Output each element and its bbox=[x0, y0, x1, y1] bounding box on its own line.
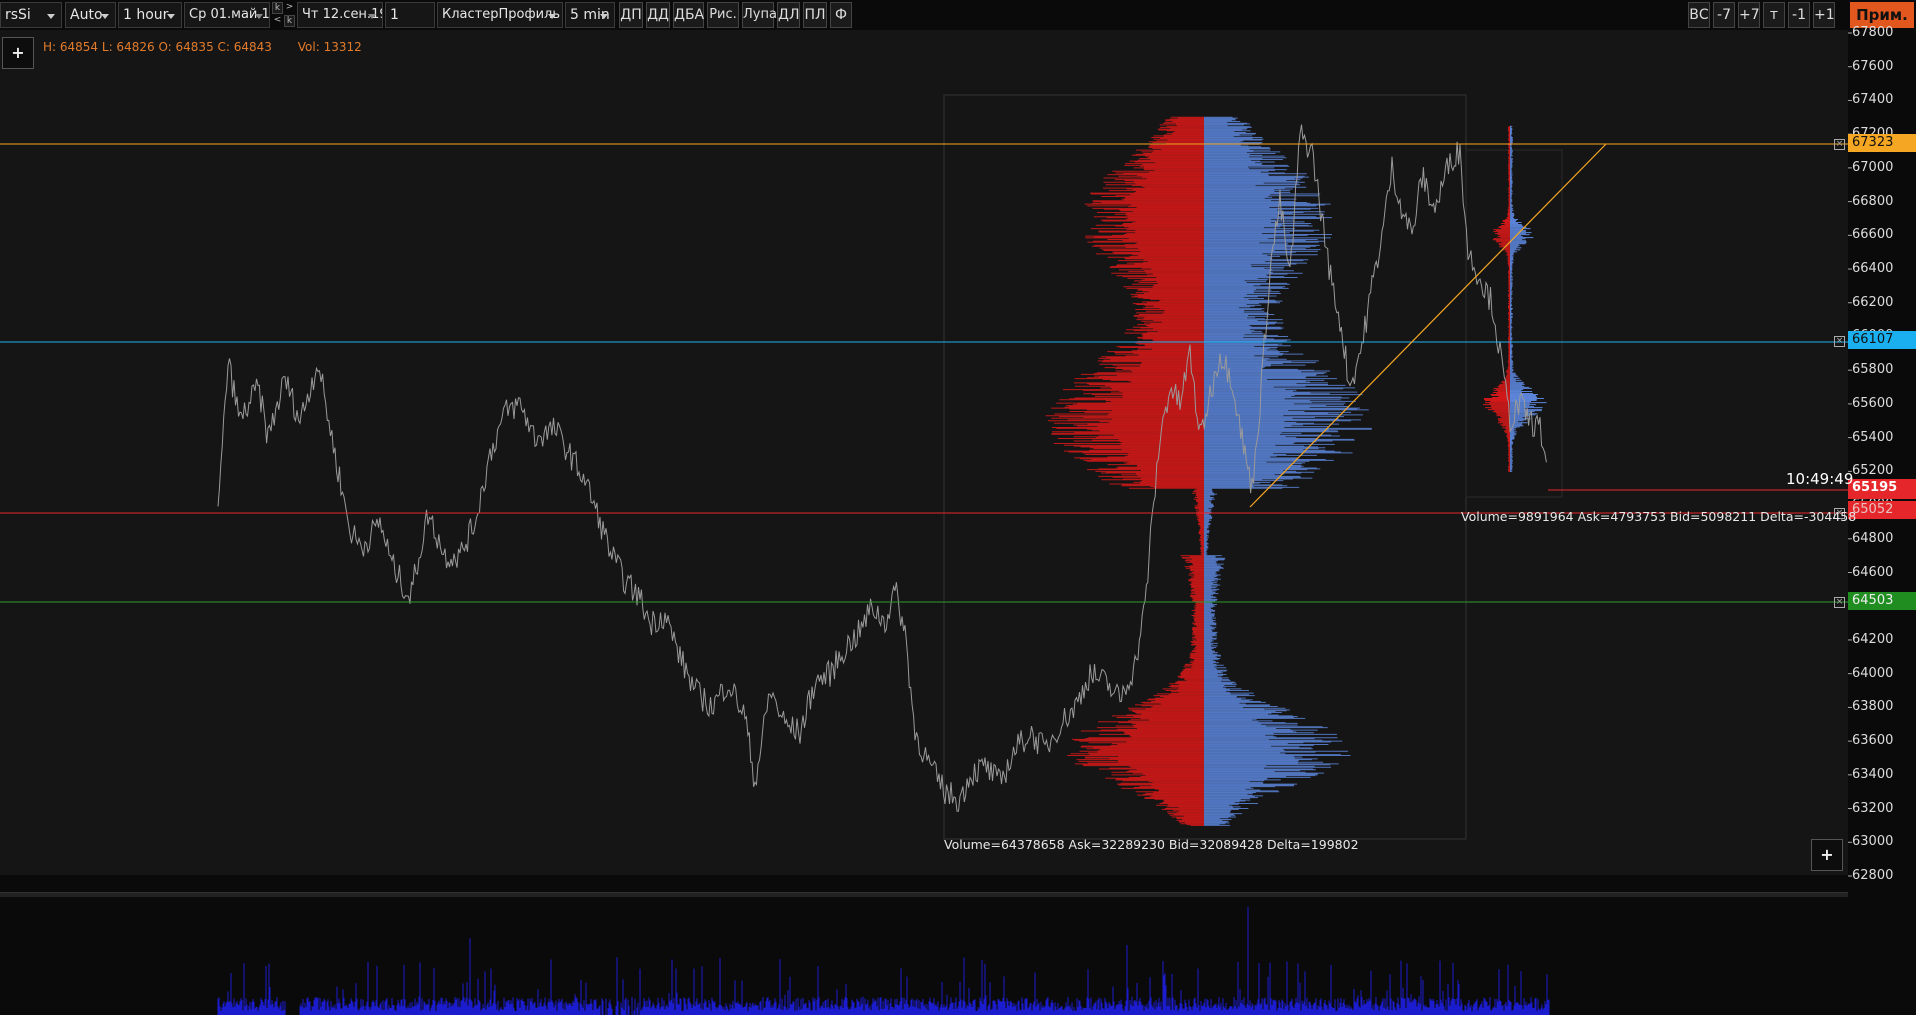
nav-up-arrow-icon[interactable]: > bbox=[284, 2, 295, 14]
level-tag-orange[interactable]: 67323 bbox=[1848, 134, 1916, 152]
dba-button[interactable]: ДБА bbox=[673, 2, 704, 28]
template-select[interactable]: КластерПрофиль bbox=[437, 2, 563, 28]
y-tick: 64000 bbox=[1852, 665, 1894, 681]
y-tick: 65800 bbox=[1852, 362, 1894, 378]
trend-line bbox=[1249, 143, 1607, 508]
minus7-button[interactable]: -7 bbox=[1713, 2, 1735, 28]
ohlc-high: H: 64854 bbox=[43, 40, 99, 54]
y-tick: 64200 bbox=[1852, 631, 1894, 647]
ohlc-low: L: 64826 bbox=[101, 40, 155, 54]
price-series bbox=[217, 124, 1547, 812]
toolbar: rsSi Auto 1 hour Ср 01.май.19 k > < k Чт… bbox=[0, 0, 1916, 31]
timeframe-select[interactable]: 1 hour bbox=[118, 2, 182, 28]
y-tick: 63400 bbox=[1852, 766, 1894, 782]
ohlc-volume: Vol: 13312 bbox=[297, 40, 362, 54]
minus1-button[interactable]: -1 bbox=[1788, 2, 1810, 28]
y-tick: 66800 bbox=[1852, 193, 1894, 209]
remove-level-blue-icon[interactable]: × bbox=[1834, 336, 1845, 347]
y-tick: 65400 bbox=[1852, 429, 1894, 445]
price-line bbox=[217, 124, 1547, 812]
recent-profile-frame bbox=[1465, 149, 1563, 498]
y-tick: 67600 bbox=[1852, 58, 1894, 74]
plus7-button[interactable]: +7 bbox=[1738, 2, 1760, 28]
add-indicator-button[interactable]: + bbox=[2, 37, 34, 69]
volume-profile-main bbox=[1045, 116, 1547, 826]
level-tag-blue[interactable]: 66107 bbox=[1848, 331, 1916, 349]
y-tick: 64600 bbox=[1852, 564, 1894, 580]
y-tick: 67400 bbox=[1852, 92, 1894, 108]
dl-button[interactable]: ДЛ bbox=[777, 2, 800, 28]
profile-main-stats: Volume=64378658 Ask=32289230 Bid=3208942… bbox=[944, 837, 1359, 852]
nav-down-icon[interactable]: k bbox=[284, 15, 295, 27]
remove-level-orange-icon[interactable]: × bbox=[1834, 139, 1845, 150]
t-button[interactable]: т bbox=[1763, 2, 1785, 28]
remove-level-green-icon[interactable]: × bbox=[1834, 597, 1845, 608]
add-pane-button[interactable]: + bbox=[1811, 839, 1843, 871]
ohlc-open: O: 64835 bbox=[158, 40, 214, 54]
level-tag-green[interactable]: 64503 bbox=[1848, 592, 1916, 610]
vs-button[interactable]: ВС bbox=[1688, 2, 1710, 28]
y-tick: 63000 bbox=[1852, 834, 1894, 850]
y-tick: 66400 bbox=[1852, 261, 1894, 277]
volume-bars bbox=[217, 907, 1550, 1015]
y-tick: 67000 bbox=[1852, 159, 1894, 175]
plus1-button[interactable]: +1 bbox=[1813, 2, 1835, 28]
nav-down-arrow-icon[interactable]: < bbox=[272, 15, 283, 27]
dp-button[interactable]: ДП bbox=[619, 2, 643, 28]
pl-button[interactable]: ПЛ bbox=[803, 2, 827, 28]
nav-up-icon[interactable]: k bbox=[272, 2, 283, 14]
scale-mode-select[interactable]: Auto bbox=[65, 2, 116, 28]
horizontal-levels bbox=[0, 143, 1848, 603]
profile-tf-select[interactable]: 5 min bbox=[565, 2, 615, 28]
y-tick: 63600 bbox=[1852, 733, 1894, 749]
y-tick: 63200 bbox=[1852, 800, 1894, 816]
y-tick: 63800 bbox=[1852, 699, 1894, 715]
f-button[interactable]: Ф bbox=[830, 2, 852, 28]
dd-button[interactable]: ДД bbox=[646, 2, 670, 28]
y-tick: 66600 bbox=[1852, 227, 1894, 243]
magnifier-button[interactable]: Лупа bbox=[742, 2, 777, 28]
y-tick: 67800 bbox=[1852, 25, 1894, 40]
date-from-picker[interactable]: Ср 01.май.19 bbox=[184, 2, 270, 28]
date-to-picker[interactable]: Чт 12.сен.19 bbox=[297, 2, 383, 28]
draw-button[interactable]: Рис. bbox=[707, 2, 739, 28]
y-tick: 65600 bbox=[1852, 395, 1894, 411]
y-tick: 62800 bbox=[1852, 868, 1894, 883]
symbol-select[interactable]: rsSi bbox=[0, 2, 62, 28]
trend-line-segment bbox=[1249, 143, 1607, 508]
y-tick: 64800 bbox=[1852, 530, 1894, 546]
profile-recent-stats: Volume=9891964 Ask=4793753 Bid=5098211 D… bbox=[1461, 509, 1857, 524]
y-tick: 66200 bbox=[1852, 294, 1894, 310]
count-input[interactable]: 1 bbox=[385, 2, 435, 28]
y-tick: 65200 bbox=[1852, 463, 1894, 479]
ohlc-close: C: 64843 bbox=[217, 40, 272, 54]
level-tag-red[interactable]: 65052 bbox=[1848, 501, 1916, 519]
last-price-tag: 65195 bbox=[1848, 479, 1916, 499]
ohlc-info: H: 64854 L: 64826 O: 64835 C: 64843 Vol:… bbox=[43, 40, 362, 54]
current-time: 10:49:49 bbox=[1786, 470, 1854, 488]
